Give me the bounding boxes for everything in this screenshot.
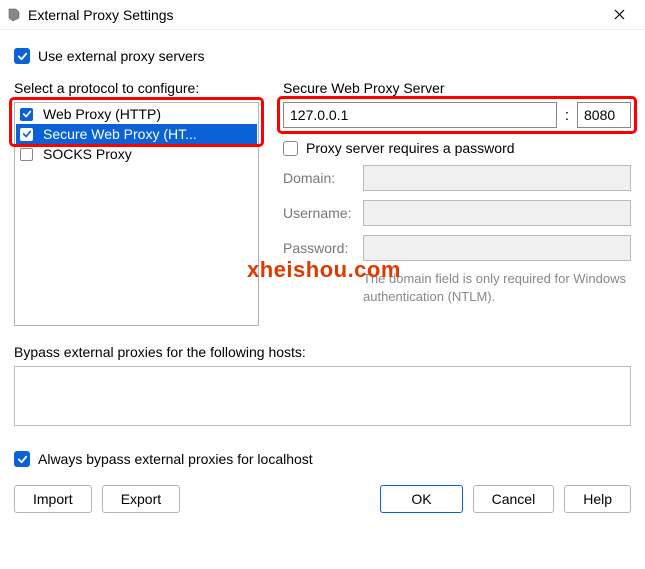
- protocol-label: Web Proxy (HTTP): [43, 106, 161, 122]
- window-title: External Proxy Settings: [28, 7, 599, 23]
- bypass-label: Bypass external proxies for the followin…: [14, 344, 631, 360]
- requires-password-checkbox[interactable]: [283, 141, 298, 156]
- always-bypass-label: Always bypass external proxies for local…: [38, 451, 313, 467]
- protocol-item-https[interactable]: Secure Web Proxy (HT...: [16, 124, 257, 144]
- protocol-label: SOCKS Proxy: [43, 146, 132, 162]
- username-label: Username:: [283, 205, 363, 221]
- export-button[interactable]: Export: [102, 485, 180, 513]
- bypass-hosts-input[interactable]: [14, 366, 631, 426]
- ok-button[interactable]: OK: [380, 485, 462, 513]
- requires-password-label: Proxy server requires a password: [306, 140, 515, 156]
- password-input: [363, 235, 631, 261]
- close-button[interactable]: [599, 1, 639, 29]
- server-header: Secure Web Proxy Server: [283, 80, 631, 96]
- use-external-checkbox[interactable]: [14, 48, 30, 64]
- protocol-item-socks[interactable]: SOCKS Proxy: [16, 144, 257, 164]
- protocol-item-http[interactable]: Web Proxy (HTTP): [16, 104, 257, 124]
- use-external-label: Use external proxy servers: [38, 48, 205, 64]
- domain-input: [363, 165, 631, 191]
- protocol-checkbox[interactable]: [20, 108, 33, 121]
- server-address-input[interactable]: [283, 102, 557, 128]
- ntlm-note: The domain field is only required for Wi…: [363, 270, 631, 305]
- app-icon: [6, 7, 22, 23]
- password-label: Password:: [283, 240, 363, 256]
- cancel-button[interactable]: Cancel: [473, 485, 555, 513]
- protocol-checkbox[interactable]: [20, 148, 33, 161]
- colon-separator: :: [565, 107, 569, 124]
- protocol-label: Secure Web Proxy (HT...: [43, 126, 197, 142]
- protocol-header: Select a protocol to configure:: [14, 80, 259, 96]
- help-button[interactable]: Help: [564, 485, 631, 513]
- import-button[interactable]: Import: [14, 485, 92, 513]
- always-bypass-checkbox[interactable]: [14, 451, 30, 467]
- username-input: [363, 200, 631, 226]
- protocol-checkbox[interactable]: [20, 128, 33, 141]
- domain-label: Domain:: [283, 170, 363, 186]
- server-port-input[interactable]: [577, 102, 631, 128]
- protocol-list[interactable]: Web Proxy (HTTP) Secure Web Proxy (HT...…: [14, 102, 259, 326]
